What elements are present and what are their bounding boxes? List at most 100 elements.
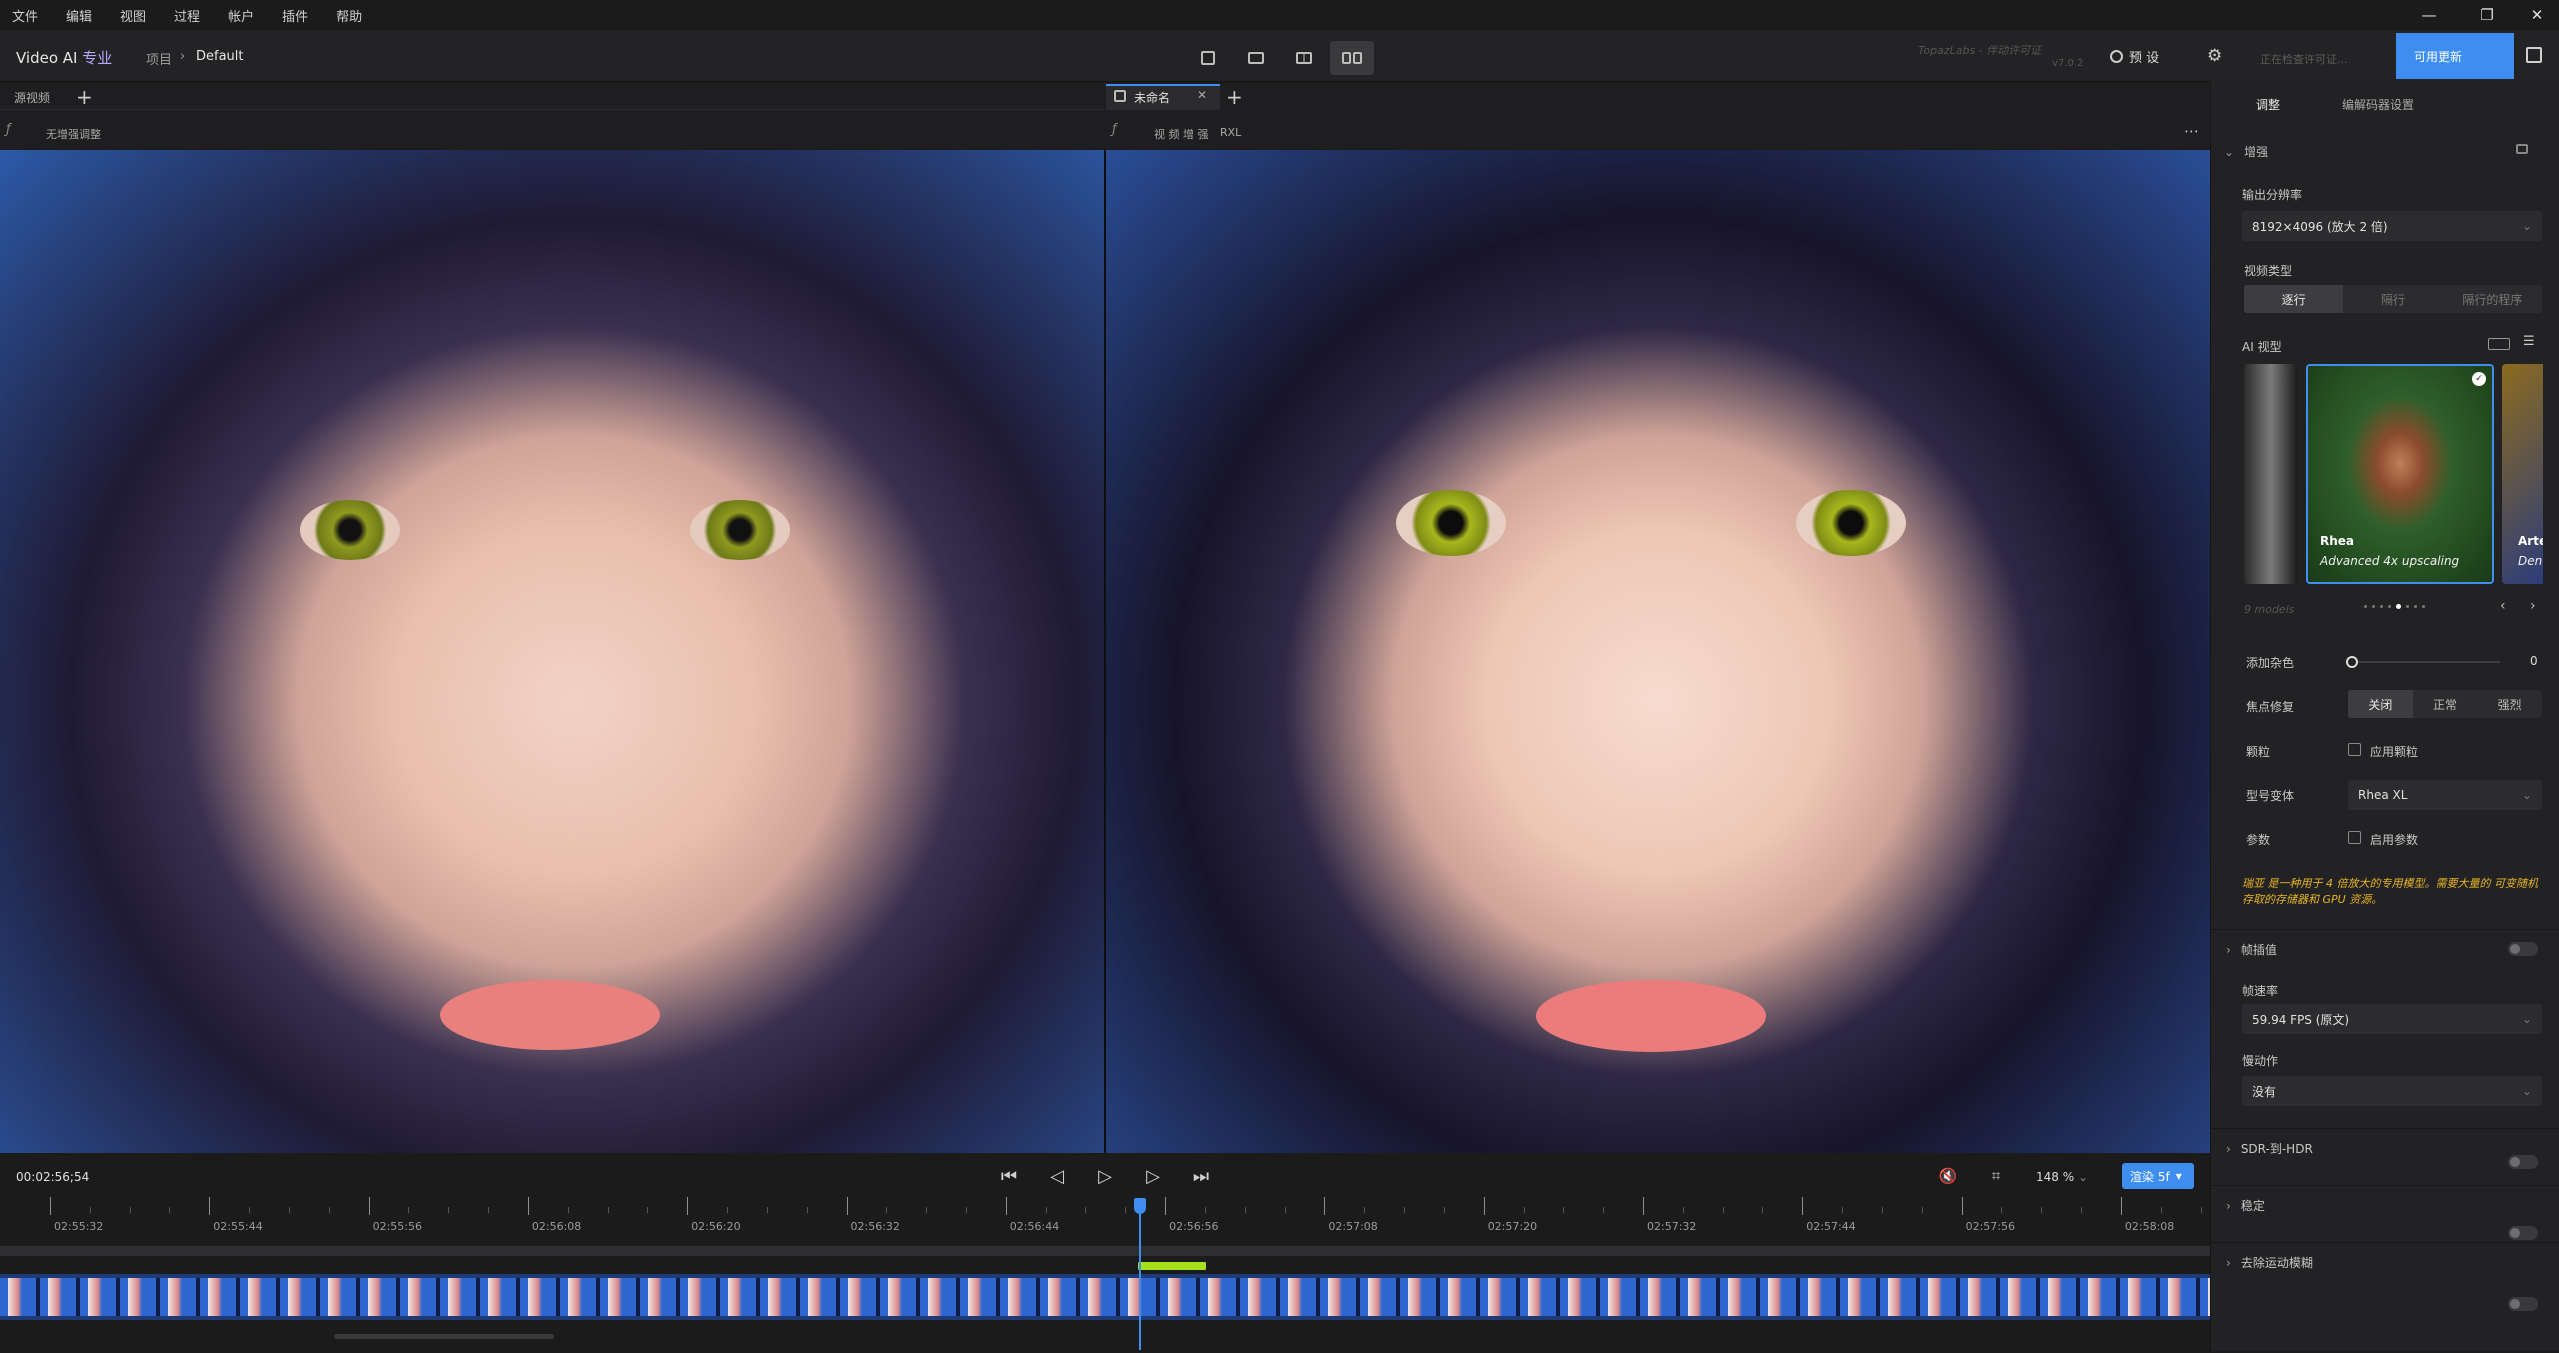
motion-blur-toggle[interactable] [2508, 1297, 2538, 1311]
variant-dropdown[interactable]: Rhea XL ⌄ [2348, 780, 2542, 810]
menu-edit[interactable]: 编辑 [66, 6, 92, 25]
focus-normal[interactable]: 正常 [2413, 690, 2478, 718]
add-noise-slider[interactable] [2350, 661, 2500, 663]
tab-encoder[interactable]: 编解码器设置 [2342, 96, 2414, 113]
step-back-icon[interactable]: ◁ [1041, 1163, 1073, 1189]
ruler-tick [2120, 1197, 2122, 1215]
ruler-minor-tick [288, 1207, 290, 1213]
add-noise-label: 添加杂色 [2246, 656, 2295, 670]
slowmo-dropdown[interactable]: 没有 ⌄ [2242, 1076, 2542, 1106]
section-motion-blur[interactable]: › 去除运动模糊 [2210, 1242, 2559, 1282]
menu-bar: 文件 编辑 视图 过程 帐户 插件 帮助 [0, 0, 2559, 30]
section-enhance-label: 增强 [2244, 145, 2269, 159]
focus-strong[interactable]: 强烈 [2477, 690, 2542, 718]
menu-plugins[interactable]: 插件 [282, 6, 308, 25]
step-forward-icon[interactable]: ▷ [1137, 1163, 1169, 1189]
view-split-icon[interactable] [1282, 41, 1326, 75]
crop-icon[interactable]: ⌗ [1980, 1163, 2012, 1189]
thumbnail-strip[interactable] [0, 1274, 2210, 1320]
section-sdr-hdr[interactable]: › SDR-到-HDR [2210, 1128, 2559, 1168]
chevron-left-icon[interactable]: ‹ [2500, 598, 2506, 614]
ruler-tick [1483, 1197, 1485, 1215]
close-window-button[interactable]: ✕ [2512, 0, 2559, 30]
ruler-minor-tick [1563, 1207, 1565, 1213]
add-tab-right-icon[interactable]: + [1226, 84, 1243, 110]
update-button[interactable]: 可用更新 [2396, 33, 2514, 79]
stabilize-toggle[interactable] [2508, 1226, 2538, 1240]
section-enhance[interactable]: ⌄ 增强 [2224, 143, 2268, 160]
restore-button[interactable]: ❐ [2462, 0, 2512, 30]
sdr-hdr-toggle[interactable] [2508, 1155, 2538, 1169]
ruler-tick-label: 02:57:32 [1647, 1220, 1697, 1233]
model-card-rhea[interactable]: ✓ Rhea Advanced 4x upscaling [2306, 364, 2494, 584]
fps-dropdown[interactable]: 59.94 FPS (原文) ⌄ [2242, 1004, 2542, 1034]
render-button[interactable]: 渲染 5f ▾ [2122, 1163, 2194, 1189]
view-side-by-side-icon[interactable] [1330, 41, 1374, 75]
ruler-minor-tick [488, 1207, 490, 1213]
ruler-tick [50, 1197, 51, 1215]
ruler-minor-tick [1603, 1207, 1605, 1213]
focus-off[interactable]: 关闭 [2348, 690, 2413, 718]
skip-start-icon[interactable]: ⏮ [993, 1163, 1025, 1189]
lock-icon[interactable] [2516, 144, 2528, 154]
ruler-tick-label: 02:56:08 [531, 1220, 582, 1233]
add-noise-handle[interactable] [2346, 656, 2358, 668]
source-video-frame[interactable] [0, 150, 1104, 1153]
close-tab-icon[interactable]: ✕ [1197, 88, 1207, 102]
grid-view-icon[interactable] [2488, 338, 2510, 350]
playhead-handle[interactable] [1134, 1198, 1146, 1214]
breadcrumb-root[interactable]: 项目 [146, 49, 172, 68]
output-res-dropdown[interactable]: 8192×4096 (放大 2 倍) ⌄ [2242, 211, 2542, 241]
ruler-minor-tick [1244, 1207, 1246, 1213]
video-type-interlaced-progressive[interactable]: 隔行的程序 [2443, 285, 2542, 313]
mute-icon[interactable]: 🔇 [1932, 1163, 1964, 1189]
add-noise-value[interactable]: 0 [2530, 654, 2538, 668]
section-frame-interp[interactable]: › 帧插值 [2210, 929, 2559, 969]
tab-untitled[interactable]: 未命名 [1134, 84, 1170, 110]
menu-account[interactable]: 帐户 [228, 6, 254, 25]
section-stabilize[interactable]: › 稳定 [2210, 1185, 2559, 1225]
menu-file[interactable]: 文件 [12, 6, 38, 25]
chevron-right-icon[interactable]: › [2530, 598, 2536, 614]
minimize-button[interactable]: — [2404, 0, 2454, 30]
work-area-track[interactable] [0, 1246, 2210, 1256]
video-type-interlaced[interactable]: 隔行 [2343, 285, 2442, 313]
panel-toggle-icon[interactable] [2526, 47, 2542, 63]
model-card-next[interactable]: Arte Den [2502, 364, 2543, 584]
play-icon[interactable]: ▷ [1089, 1163, 1121, 1189]
lips-enhanced [1536, 980, 1766, 1052]
timeline-scrollbar[interactable] [334, 1334, 554, 1339]
right-pane-subtitle-enhance: 视 频 增 强 [1154, 128, 1209, 141]
skip-end-icon[interactable]: ⏭ [1185, 1163, 1217, 1189]
tab-adjust[interactable]: 调整 [2256, 96, 2280, 113]
variant-label: 型号变体 [2246, 789, 2295, 803]
model-description: Advanced 4x upscaling [2320, 554, 2460, 568]
more-options-icon[interactable]: ⋯ [2184, 122, 2199, 140]
selected-check-icon: ✓ [2472, 372, 2486, 386]
model-card-prev[interactable] [2244, 364, 2298, 584]
carousel-dots[interactable] [2364, 604, 2425, 609]
playhead[interactable] [1139, 1200, 1141, 1350]
add-tab-left-icon[interactable]: + [76, 84, 93, 110]
enhanced-video-frame[interactable] [1106, 150, 2210, 1153]
frame-interp-toggle[interactable] [2508, 942, 2538, 956]
view-single-icon[interactable] [1186, 41, 1230, 75]
timeline-ruler[interactable]: 02:55:32 02:55:44 02:55:56 02:56:08 02:56:20… [0, 1195, 2242, 1240]
menu-view[interactable]: 视图 [120, 6, 146, 25]
preview-button[interactable]: 预 设 [2110, 47, 2159, 66]
ruler-minor-tick [806, 1207, 808, 1213]
frame-interp-label: 帧插值 [2240, 943, 2277, 957]
menu-help[interactable]: 帮助 [336, 6, 362, 25]
view-original-icon[interactable] [1234, 41, 1278, 75]
grain-checkbox[interactable] [2348, 743, 2361, 756]
zoom-select[interactable]: 148 % ⌄ [2036, 1170, 2088, 1184]
params-checkbox[interactable] [2348, 831, 2361, 844]
settings-gear-icon[interactable]: ⚙ [2207, 46, 2222, 66]
tab-source[interactable]: 源视频 [14, 84, 50, 110]
ruler-minor-tick [1921, 1207, 1923, 1213]
breadcrumb-current[interactable]: Default [196, 49, 244, 64]
menu-process[interactable]: 过程 [174, 6, 200, 25]
video-type-progressive[interactable]: 逐行 [2244, 285, 2344, 313]
list-view-icon[interactable]: ☰ [2523, 334, 2535, 349]
app-title: Video AI 专业 [16, 49, 113, 67]
